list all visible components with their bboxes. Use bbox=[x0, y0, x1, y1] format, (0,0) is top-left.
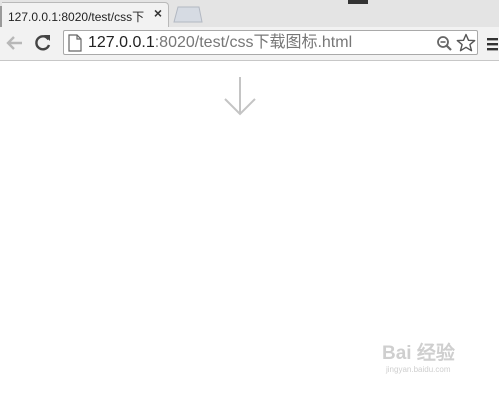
window-mark bbox=[348, 0, 368, 4]
page-content: Bai 经验 jingyan.baidu.com bbox=[0, 61, 499, 400]
watermark-url: jingyan.baidu.com bbox=[386, 365, 451, 374]
star-icon[interactable] bbox=[456, 33, 476, 53]
new-tab-button[interactable] bbox=[173, 6, 203, 23]
address-bar[interactable]: 127.0.0.1:8020/test/css下载图标.html bbox=[63, 30, 478, 55]
back-arrow-icon bbox=[4, 32, 26, 54]
url-path: :8020/test/css下载图标.html bbox=[154, 34, 353, 51]
watermark: Bai 经验 jingyan.baidu.com bbox=[382, 343, 492, 387]
menu-icon[interactable] bbox=[486, 36, 499, 52]
download-button[interactable] bbox=[222, 76, 258, 118]
toolbar: 127.0.0.1:8020/test/css下载图标.html bbox=[0, 27, 499, 61]
reload-icon bbox=[32, 32, 54, 54]
reload-button[interactable] bbox=[32, 32, 54, 54]
page-icon bbox=[67, 34, 83, 52]
down-arrow-icon bbox=[222, 77, 258, 122]
tab-strip: 127.0.0.1:8020/test/css下 × bbox=[0, 0, 499, 28]
browser-tab[interactable]: 127.0.0.1:8020/test/css下 × bbox=[2, 2, 169, 28]
watermark-logo: Bai 经验 bbox=[382, 343, 455, 364]
back-button[interactable] bbox=[4, 32, 26, 54]
zoom-icon[interactable] bbox=[436, 35, 453, 52]
tab-title: 127.0.0.1:8020/test/css下 bbox=[8, 10, 145, 24]
url-host: 127.0.0.1 bbox=[88, 34, 155, 51]
tab-close-button[interactable]: × bbox=[152, 6, 164, 20]
url-text[interactable]: 127.0.0.1:8020/test/css下载图标.html bbox=[88, 34, 352, 52]
